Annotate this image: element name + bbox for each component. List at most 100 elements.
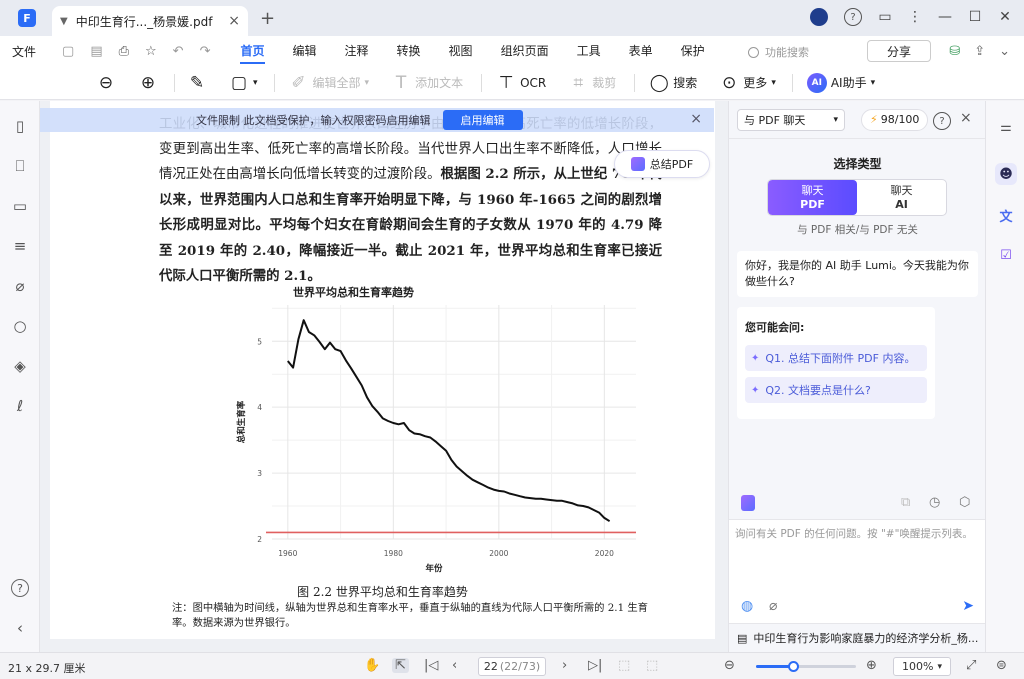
zoom-in-button[interactable]: ⊕ [138,73,158,93]
account-icon[interactable] [810,8,828,26]
shape-button[interactable]: ▢ ▾ [229,73,258,93]
menu-home[interactable]: 首页 [240,36,265,66]
page-thumbnail-icon[interactable]: ▯ [11,117,29,135]
chat-pdf-option[interactable]: 聊天 PDF [768,180,857,215]
signature-icon[interactable]: ℓ [11,397,29,415]
fit-page-icon[interactable]: ⬚ [618,658,630,673]
expand-icon[interactable]: ⌄ [999,44,1010,59]
help-icon[interactable]: ? [933,112,951,130]
ai-robot-icon[interactable]: ☻ [995,163,1017,185]
zoom-slider[interactable] [756,661,856,672]
new-tab-icon[interactable]: + [260,8,275,29]
option-top-label: 聊天 [801,183,824,197]
zoom-slider-handle[interactable] [788,661,799,672]
outline-icon[interactable]: ≡ [11,237,29,255]
highlight-button[interactable]: ✎ [187,73,207,93]
more-button[interactable]: ⊙ 更多 ▾ [719,73,776,93]
ocr-button[interactable]: ⊤ OCR [496,72,547,93]
chat-mode-select[interactable]: 与 PDF 聊天 ▾ [737,108,845,131]
translate-icon[interactable]: 文 [996,205,1016,225]
more-vertical-icon[interactable]: ⋮ [908,9,922,25]
fit-width-icon[interactable]: ⬚ [646,658,658,673]
credit-badge[interactable]: ⚡ 98/100 [861,108,929,131]
zoom-level-select[interactable]: 100% ▾ [893,657,951,676]
copy-icon[interactable]: ⧉ [901,495,910,510]
menu-tools[interactable]: 工具 [577,36,601,66]
select-tool-icon[interactable]: ⇱ [392,658,409,673]
menu-protect[interactable]: 保护 [681,36,705,66]
suggested-question-2[interactable]: ✦ Q2. 文档要点是什么? [745,377,927,403]
redo-icon[interactable]: ↷ [200,44,211,59]
settings-icon[interactable]: ⬡ [959,495,970,510]
enable-edit-button[interactable]: 启用编辑 [442,110,523,130]
share-button[interactable]: 分享 [867,40,931,62]
fullscreen-icon[interactable]: ⤢ [966,658,976,673]
prev-page-icon[interactable]: ‹ [452,658,457,673]
feedback-icon[interactable]: ▭ [878,9,892,25]
summarize-pdf-button[interactable]: 总结PDF [614,150,710,178]
reading-mode-icon[interactable]: ⊜ [996,658,1007,673]
function-search[interactable]: 功能搜索 [748,44,809,60]
close-window-icon[interactable]: ✕ [998,9,1012,25]
layers-icon[interactable]: ◈ [11,357,29,375]
star-icon[interactable]: ☆ [145,44,157,59]
edit-all-button[interactable]: ✐ 编辑全部 ▾ [289,73,369,93]
close-panel-icon[interactable]: × [960,110,972,126]
suggested-question-1[interactable]: ✦ Q1. 总结下面附件 PDF 内容。 [745,345,927,371]
send-icon[interactable]: ➤ [962,598,974,614]
tab-close-icon[interactable]: × [228,13,240,29]
collapse-left-icon[interactable]: ‹ [11,619,29,637]
hand-tool-icon[interactable]: ✋ [364,658,380,673]
zoom-out-icon[interactable]: ⊖ [724,658,735,673]
upload-icon[interactable]: ⇪ [974,44,985,59]
prompt-library-icon[interactable] [741,495,755,511]
ai-assistant-button[interactable]: AI AI助手 ▾ [806,72,875,93]
highlighter-icon: ✎ [189,72,205,93]
divider [174,73,175,92]
menu-file[interactable]: 文件 [12,43,36,60]
crop-button[interactable]: ⌗ 裁剪 [568,73,616,93]
chat-input-area[interactable]: 询问有关 PDF 的任何问题。按 "#"唤醒提示列表。 ◍ ⌀ ➤ [729,519,986,623]
menu-forms[interactable]: 表单 [629,36,653,66]
search-icon[interactable]: ○ [11,317,29,335]
chat-ai-option[interactable]: 聊天 AI [857,180,946,215]
maximize-icon[interactable]: ☐ [968,9,982,25]
properties-icon[interactable]: ⚌ [996,117,1016,137]
x-axis-label: 年份 [425,563,443,574]
first-page-icon[interactable]: |◁ [424,658,438,673]
next-page-icon[interactable]: › [562,658,567,673]
history-icon[interactable]: ◷ [929,495,940,510]
print-icon[interactable]: ⎙ [119,44,129,59]
bookmark-icon[interactable]: ⎕ [11,157,29,175]
add-text-button[interactable]: T 添加文本 [391,73,463,93]
menu-organize[interactable]: 组织页面 [501,36,549,66]
comment-icon[interactable]: ▭ [11,197,29,215]
help-icon[interactable]: ? [11,579,29,597]
zoom-out-button[interactable]: ⊖ [96,73,116,93]
last-page-icon[interactable]: ▷| [588,658,602,673]
menu-edit[interactable]: 编辑 [293,36,317,66]
save-as-icon[interactable]: ▤ [90,44,102,59]
undo-icon[interactable]: ↶ [173,44,184,59]
menu-comment[interactable]: 注释 [345,36,369,66]
minimize-icon[interactable]: — [938,9,952,25]
attached-file[interactable]: ▤ 中印生育行为影响家庭暴力的经济学分析_杨... [729,623,986,652]
menu-view[interactable]: 视图 [449,36,473,66]
attachment-icon[interactable]: ⌀ [11,277,29,295]
help-icon[interactable]: ? [844,8,862,26]
lightbulb-icon[interactable]: ◍ [741,598,753,614]
document-tab[interactable]: ▼ 中印生育行..._杨景媛.pdf × [52,6,248,36]
ai-check-icon[interactable]: ☑ [996,245,1016,265]
chart-container: 世界平均总和生育率趋势 2 3 4 5 1960 1980 2000 2020 年份 总和生育率 [218,285,658,575]
document-viewport[interactable]: 工业化、城市化进程的推进使世界人口经历了由高出生率、高死亡率的低增长阶段，变更到… [40,101,728,652]
attach-icon[interactable]: ⌀ [769,598,777,614]
search-button[interactable]: ◯ 搜索 [649,73,698,93]
banner-close-icon[interactable]: × [690,111,702,127]
cloud-sync-icon[interactable]: ⛁ [949,44,960,59]
save-icon[interactable]: ▢ [62,44,74,59]
menu-convert[interactable]: 转换 [397,36,421,66]
chevron-down-icon[interactable]: ▼ [60,16,68,27]
zoom-in-icon[interactable]: ⊕ [866,658,877,673]
page-number-input[interactable]: 22 (22/73) [478,657,546,676]
ocr-icon: ⊤ [498,72,514,93]
